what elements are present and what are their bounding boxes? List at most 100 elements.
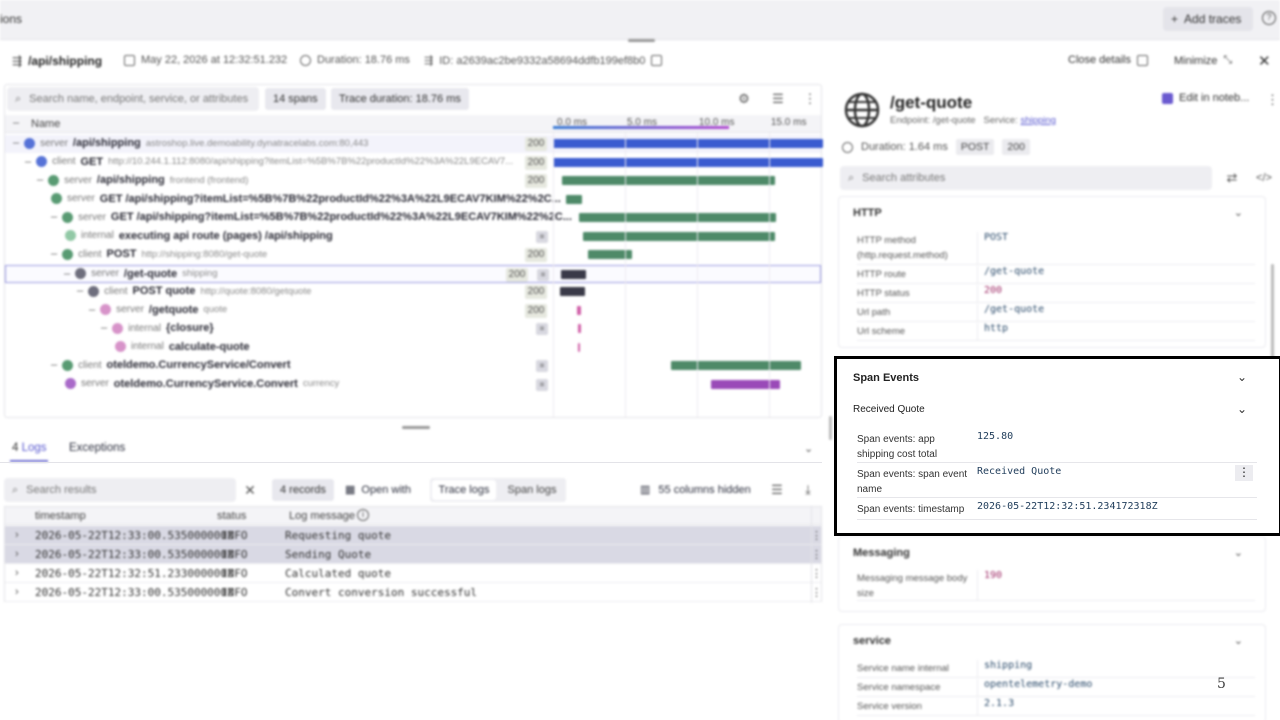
help-icon[interactable]: ? xyxy=(1262,11,1276,25)
span-duration-bar[interactable] xyxy=(577,305,582,315)
collapse-toggle-icon[interactable]: – xyxy=(13,137,19,149)
spans-count-chip[interactable]: 14 spans xyxy=(265,88,326,110)
copy-icon[interactable] xyxy=(651,55,663,66)
log-row[interactable]: › 2026-05-22T12:33:00.535000000Z INFO Sendi… xyxy=(5,545,822,564)
chevron-down-icon[interactable]: ⌄ xyxy=(804,442,813,455)
info-icon[interactable]: i xyxy=(357,509,369,521)
span-row[interactable]: server GET /api/shipping?itemList=%5B%7B%… xyxy=(5,191,821,209)
span-duration-bar[interactable] xyxy=(561,176,775,185)
span-row[interactable]: – server/get-quote shipping 200 ≡ xyxy=(5,264,821,283)
attribute-search-input[interactable]: ⌕ Search attributes xyxy=(840,166,1212,190)
row-menu-icon[interactable]: ⋮ xyxy=(811,548,822,561)
attribute-row[interactable]: Service version 2.1.3 xyxy=(857,697,1255,716)
table-settings-icon[interactable]: ☰ xyxy=(769,482,785,498)
span-duration-bar[interactable] xyxy=(577,342,581,352)
edit-in-notebook-button[interactable]: Edit in noteb... xyxy=(1162,92,1249,104)
attribute-row[interactable]: Service name internal shipping xyxy=(857,659,1255,678)
span-row[interactable]: internal calculate-quote xyxy=(5,339,821,357)
span-row[interactable]: – client POST http://shipping:8080/get-quot… xyxy=(5,246,821,264)
download-icon[interactable]: ⤓ xyxy=(800,482,816,498)
span-row[interactable]: – server/api/shipping astroshop.live.demoa… xyxy=(5,135,823,153)
span-duration-bar[interactable] xyxy=(560,287,585,296)
collapse-toggle-icon[interactable]: – xyxy=(89,304,95,316)
collapse-toggle-icon[interactable]: – xyxy=(64,268,70,280)
log-row[interactable]: › 2026-05-22T12:33:00.535000000Z INFO Reque… xyxy=(5,526,822,545)
span-row[interactable]: – server/api/shipping frontend (frontend) 2… xyxy=(5,172,821,190)
resize-handle-middle[interactable] xyxy=(402,426,430,429)
span-row[interactable]: – server GET /api/shipping?itemList=%5B%7B… xyxy=(5,209,821,227)
attribute-row[interactable]: Service namespace opentelemetry-demo xyxy=(857,678,1255,697)
tab-logs[interactable]: 4 Logs xyxy=(12,442,47,454)
trace-logs-toggle[interactable]: Trace logs xyxy=(432,480,496,500)
span-row[interactable]: server oteldemo.CurrencyService.Convert cu… xyxy=(5,376,821,394)
add-traces-button[interactable]: + Add traces xyxy=(1163,7,1253,31)
span-duration-bar[interactable] xyxy=(578,213,777,222)
clear-search-icon[interactable]: ✕ xyxy=(242,482,258,498)
open-with-button[interactable]: ▦ Open with xyxy=(345,483,411,497)
span-search-input[interactable]: ⌕ Search name, endpoint, service, or att… xyxy=(7,87,259,111)
span-duration-bar[interactable] xyxy=(565,194,582,204)
collapse-toggle-icon[interactable]: – xyxy=(51,211,57,223)
chevron-down-icon[interactable]: ⌄ xyxy=(1234,206,1243,219)
log-row[interactable]: › 2026-05-22T12:33:00.535000000Z INFO Conve… xyxy=(5,583,822,602)
more-options-icon[interactable]: ⋮ xyxy=(1235,465,1253,481)
resize-handle-top[interactable] xyxy=(628,39,655,42)
chevron-down-icon[interactable]: ⌄ xyxy=(1234,546,1243,559)
attribute-row[interactable]: Messaging message body size 190 xyxy=(857,569,1255,601)
expand-row-icon[interactable]: › xyxy=(15,586,19,598)
row-menu-icon[interactable]: ⋮ xyxy=(811,586,822,599)
filter-icon[interactable]: ⇄ xyxy=(1224,170,1240,186)
span-event-row[interactable]: Span events: timestamp 2026-05-22T12:32:5… xyxy=(857,498,1257,520)
collapse-toggle-icon[interactable]: – xyxy=(25,156,31,168)
span-row[interactable]: – client GET http://10.244.1.112:8080/api/s… xyxy=(5,154,823,172)
attribute-row[interactable]: Url path/get-quote xyxy=(857,303,1255,322)
settings-icon[interactable]: ⚙ xyxy=(736,91,752,107)
collapse-toggle-icon[interactable]: – xyxy=(101,322,107,334)
chevron-down-icon[interactable]: ⌄ xyxy=(1237,370,1247,384)
close-details-button[interactable]: Close details xyxy=(1068,54,1148,66)
row-menu-icon[interactable]: ⋮ xyxy=(811,567,822,580)
more-options-icon[interactable]: ⋮ xyxy=(802,91,818,107)
span-duration-bar[interactable] xyxy=(553,139,823,148)
span-row[interactable]: – server/getquote quote 200 xyxy=(5,302,821,320)
span-logs-toggle[interactable]: Span logs xyxy=(500,480,564,500)
close-icon[interactable]: ✕ xyxy=(1258,52,1271,70)
service-link[interactable]: shipping xyxy=(1020,115,1055,126)
log-document-icon[interactable]: ≡ xyxy=(536,378,548,391)
code-view-icon[interactable]: </> xyxy=(1256,170,1272,186)
collapse-toggle-icon[interactable]: – xyxy=(37,174,43,186)
collapse-toggle-icon[interactable]: – xyxy=(77,285,83,297)
collapse-toggle-icon[interactable]: – xyxy=(51,359,57,371)
expand-row-icon[interactable]: › xyxy=(15,548,19,560)
span-duration-bar[interactable] xyxy=(671,361,801,370)
span-duration-bar[interactable] xyxy=(553,157,823,167)
log-document-icon[interactable]: ≡ xyxy=(536,323,548,335)
log-row[interactable]: › 2026-05-22T12:32:51.233000000Z INFO Calcu… xyxy=(5,564,822,583)
span-duration-bar[interactable] xyxy=(561,269,586,279)
collapse-toggle-icon[interactable]: – xyxy=(51,248,57,260)
expand-row-icon[interactable]: › xyxy=(15,529,19,541)
col-log-message[interactable]: Log message xyxy=(289,510,355,522)
span-event-row[interactable]: Span events: app shipping cost total 125.… xyxy=(857,428,1257,463)
attribute-row[interactable]: Url scheme http xyxy=(857,322,1255,341)
span-event-row[interactable]: Span events: span event name Received Quo… xyxy=(857,463,1257,498)
trace-duration-chip[interactable]: Trace duration: 18.76 ms xyxy=(331,88,469,110)
chevron-down-icon[interactable]: ⌄ xyxy=(1234,634,1243,647)
attribute-row[interactable]: HTTP method (http.request.method) POST xyxy=(857,231,1255,265)
collapse-all-icon[interactable]: – xyxy=(13,117,19,129)
expand-row-icon[interactable]: › xyxy=(15,567,19,579)
row-menu-icon[interactable]: ⋮ xyxy=(811,529,822,542)
span-row[interactable]: – internal {closure} ≡ xyxy=(5,320,821,338)
more-options-icon[interactable]: ⋮ xyxy=(1266,92,1279,108)
chevron-down-icon[interactable]: ⌄ xyxy=(1237,402,1247,416)
records-chip[interactable]: 4 records xyxy=(272,479,334,501)
attribute-row[interactable]: HTTP status 200 xyxy=(857,284,1255,303)
log-document-icon[interactable]: ≡ xyxy=(537,268,549,281)
col-status[interactable]: status xyxy=(217,510,246,522)
log-document-icon[interactable]: ≡ xyxy=(536,360,548,372)
tab-exceptions[interactable]: Exceptions xyxy=(69,442,125,454)
log-document-icon[interactable]: ≡ xyxy=(536,230,548,243)
columns-icon[interactable]: ☰ xyxy=(770,91,786,107)
col-timestamp[interactable]: timestamp xyxy=(35,510,86,522)
attribute-row[interactable]: HTTP route/get-quote xyxy=(857,265,1255,284)
